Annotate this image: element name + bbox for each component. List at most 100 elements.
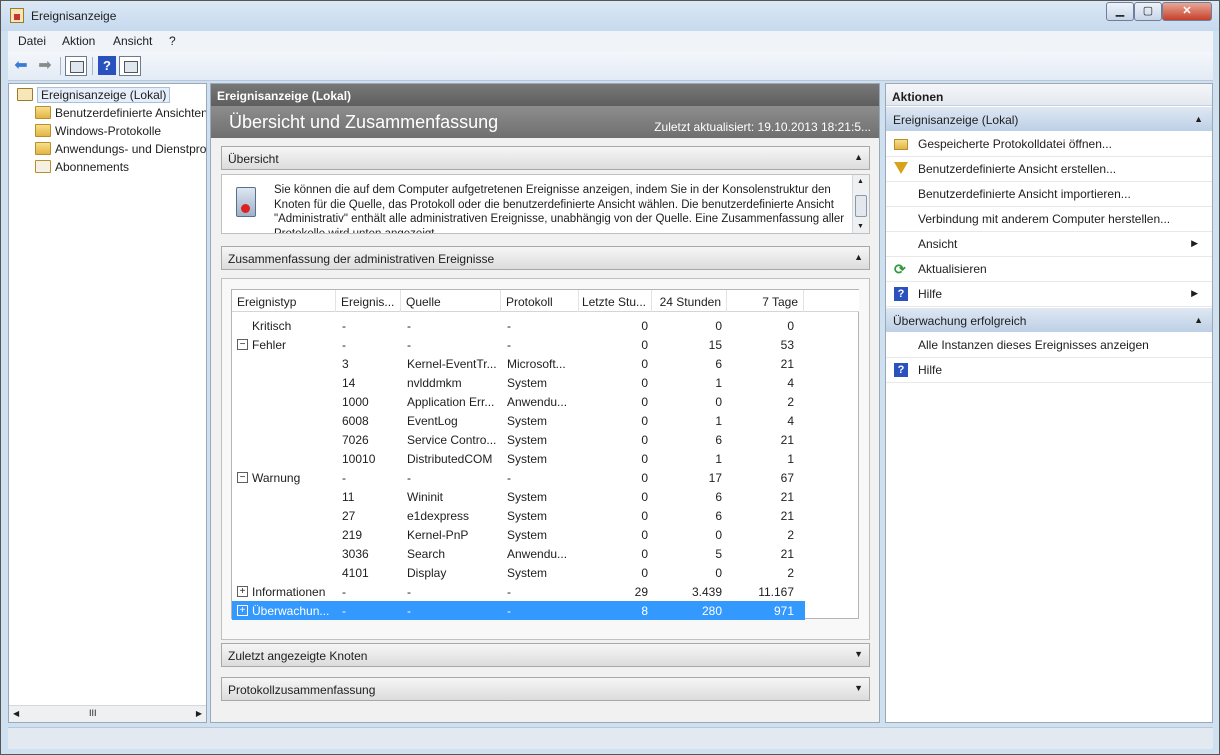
actions-group-audit-success[interactable]: Überwachung erfolgreich ▲ — [886, 308, 1212, 332]
cell-source: - — [407, 319, 411, 333]
section-summary-header[interactable]: Zusammenfassung der administrativen Erei… — [221, 246, 870, 270]
table-row[interactable]: − Fehler - - - 0 15 53 — [232, 335, 805, 354]
tree-item-subscriptions[interactable]: Abonnements — [31, 158, 206, 176]
table-row[interactable]: 3036 Search Anwendu... 0 5 21 — [232, 544, 805, 563]
action-item[interactable]: Benutzerdefinierte Ansicht erstellen... — [886, 157, 1212, 182]
column-header-log[interactable]: Protokoll — [501, 290, 579, 312]
action-item[interactable]: Alle Instanzen dieses Ereignisses anzeig… — [886, 333, 1212, 358]
minimize-button[interactable]: ▁ — [1106, 2, 1134, 21]
action-item[interactable]: Gespeicherte Protokolldatei öffnen... — [886, 132, 1212, 157]
cell-log: Microsoft... — [507, 357, 566, 371]
table-row[interactable]: 7026 Service Contro... System 0 6 21 — [232, 430, 805, 449]
cell-day: 17 — [708, 471, 722, 485]
tree-item-custom-views[interactable]: ▷ Benutzerdefinierte Ansichten — [31, 104, 206, 122]
horizontal-scrollbar[interactable]: ◀ III ▶ — [9, 705, 206, 722]
collapse-arrow-icon[interactable]: ▲ — [854, 152, 863, 162]
section-overview-header[interactable]: Übersicht ▲ — [221, 146, 870, 170]
cell-log: System — [507, 433, 548, 447]
refresh-icon: ⟳ — [894, 261, 906, 277]
event-log-icon — [236, 187, 256, 217]
menu-aktion[interactable]: Aktion — [62, 34, 95, 48]
show-hide-action-pane-icon[interactable] — [119, 56, 141, 76]
cell-day: 5 — [715, 547, 722, 561]
cell-hour: 0 — [641, 490, 648, 504]
column-header-source[interactable]: Quelle — [401, 290, 501, 312]
cell-day: 3.439 — [691, 585, 722, 599]
expand-plus-icon[interactable]: + — [237, 586, 248, 597]
menu-help[interactable]: ? — [169, 34, 176, 48]
collapse-arrow-icon[interactable]: ▲ — [1194, 315, 1203, 325]
action-item[interactable]: ⟳ Aktualisieren — [886, 257, 1212, 282]
cell-source: Kernel-EventTr... — [407, 357, 497, 371]
cell-source: nvlddmkm — [407, 376, 462, 390]
column-header-event-id[interactable]: Ereignis... — [336, 290, 401, 312]
actions-group-local[interactable]: Ereignisanzeige (Lokal) ▲ — [886, 107, 1212, 131]
collapse-minus-icon[interactable]: − — [237, 339, 248, 350]
cell-day: 6 — [715, 357, 722, 371]
center-pane: Ereignisanzeige (Lokal) Übersicht und Zu… — [210, 83, 880, 723]
cell-hour: 0 — [641, 319, 648, 333]
folder-icon — [35, 106, 51, 119]
action-item[interactable]: ? Hilfe ▶ — [886, 282, 1212, 307]
table-row[interactable]: 10010 DistributedCOM System 0 1 1 — [232, 449, 805, 468]
section-recent-nodes-header[interactable]: Zuletzt angezeigte Knoten ▼ — [221, 643, 870, 667]
column-header-7-days[interactable]: 7 Tage — [727, 290, 804, 312]
table-row[interactable]: 4101 Display System 0 0 2 — [232, 563, 805, 582]
action-item[interactable]: Ansicht ▶ — [886, 232, 1212, 257]
cell-week: 11.167 — [758, 585, 794, 599]
overview-text: Sie können die auf dem Computer aufgetre… — [274, 184, 845, 234]
table-row[interactable]: 1000 Application Err... Anwendu... 0 0 2 — [232, 392, 805, 411]
table-row[interactable]: 11 Wininit System 0 6 21 — [232, 487, 805, 506]
expand-arrow-icon[interactable]: ▼ — [854, 683, 863, 693]
table-row[interactable]: 3 Kernel-EventTr... Microsoft... 0 6 21 — [232, 354, 805, 373]
table-row[interactable]: + Überwachun... - - -8 280 971 — [232, 601, 805, 620]
tree-item-app-service-logs[interactable]: ▷ Anwendungs- und Dienstprotokolle — [31, 140, 206, 158]
table-row[interactable]: 27 e1dexpress System 0 6 21 — [232, 506, 805, 525]
submenu-arrow-icon: ▶ — [1191, 238, 1198, 248]
expand-plus-icon[interactable]: + — [237, 605, 248, 616]
action-item[interactable]: Benutzerdefinierte Ansicht importieren..… — [886, 182, 1212, 207]
cell-day: 1 — [715, 414, 722, 428]
scroll-up-icon[interactable]: ▲ — [857, 178, 864, 185]
collapse-arrow-icon[interactable]: ▲ — [854, 252, 863, 262]
action-item[interactable]: ? Hilfe — [886, 358, 1212, 383]
back-icon[interactable]: ⬅ — [10, 56, 32, 76]
overview-scrollbar[interactable]: ▲ ▼ — [852, 175, 869, 233]
table-row[interactable]: + Informationen - - - 29 3.439 11.167 — [232, 582, 805, 601]
cell-id: 3 — [342, 357, 349, 371]
menu-datei[interactable]: Datei — [18, 34, 46, 48]
table-row[interactable]: 219 Kernel-PnP System 0 0 2 — [232, 525, 805, 544]
table-row[interactable]: 6008 EventLog System 0 1 4 — [232, 411, 805, 430]
tree-root[interactable]: Ereignisanzeige (Lokal) — [13, 86, 203, 104]
table-row[interactable]: − Warnung - - - 0 17 67 — [232, 468, 805, 487]
folder-icon — [35, 124, 51, 137]
scroll-thumb-grip[interactable]: III — [89, 708, 97, 718]
cell-day: 0 — [715, 528, 722, 542]
maximize-button[interactable]: ▢ — [1134, 2, 1162, 21]
expand-arrow-icon[interactable]: ▼ — [854, 649, 863, 659]
scroll-left-icon[interactable]: ◀ — [13, 709, 19, 718]
action-item[interactable]: Verbindung mit anderem Computer herstell… — [886, 207, 1212, 232]
column-header-type[interactable]: Ereignistyp — [232, 290, 336, 312]
tree-item-windows-logs[interactable]: ▷ Windows-Protokolle — [31, 122, 206, 140]
cell-hour: 0 — [641, 338, 648, 352]
scroll-right-icon[interactable]: ▶ — [196, 709, 202, 718]
cell-hour: 0 — [641, 414, 648, 428]
cell-id: - — [342, 585, 346, 599]
help-icon[interactable]: ? — [98, 56, 116, 75]
collapse-minus-icon[interactable]: − — [237, 472, 248, 483]
table-row[interactable]: Kritisch - - - 0 0 0 — [232, 316, 805, 335]
close-button[interactable]: ✕ — [1162, 2, 1212, 21]
scroll-thumb[interactable] — [855, 195, 867, 217]
menu-ansicht[interactable]: Ansicht — [113, 34, 152, 48]
collapse-arrow-icon[interactable]: ▲ — [1194, 114, 1203, 124]
forward-icon[interactable]: ➡ — [34, 56, 56, 76]
scroll-down-icon[interactable]: ▼ — [857, 223, 864, 230]
cell-type: Fehler — [252, 338, 287, 352]
table-row[interactable]: 14 nvlddmkm System 0 1 4 — [232, 373, 805, 392]
cell-week: 21 — [780, 509, 794, 523]
show-hide-console-tree-icon[interactable] — [65, 56, 87, 76]
column-header-24-hours[interactable]: 24 Stunden — [652, 290, 727, 312]
column-header-last-hour[interactable]: Letzte Stu... — [579, 290, 652, 312]
section-log-summary-header[interactable]: Protokollzusammenfassung ▼ — [221, 677, 870, 701]
